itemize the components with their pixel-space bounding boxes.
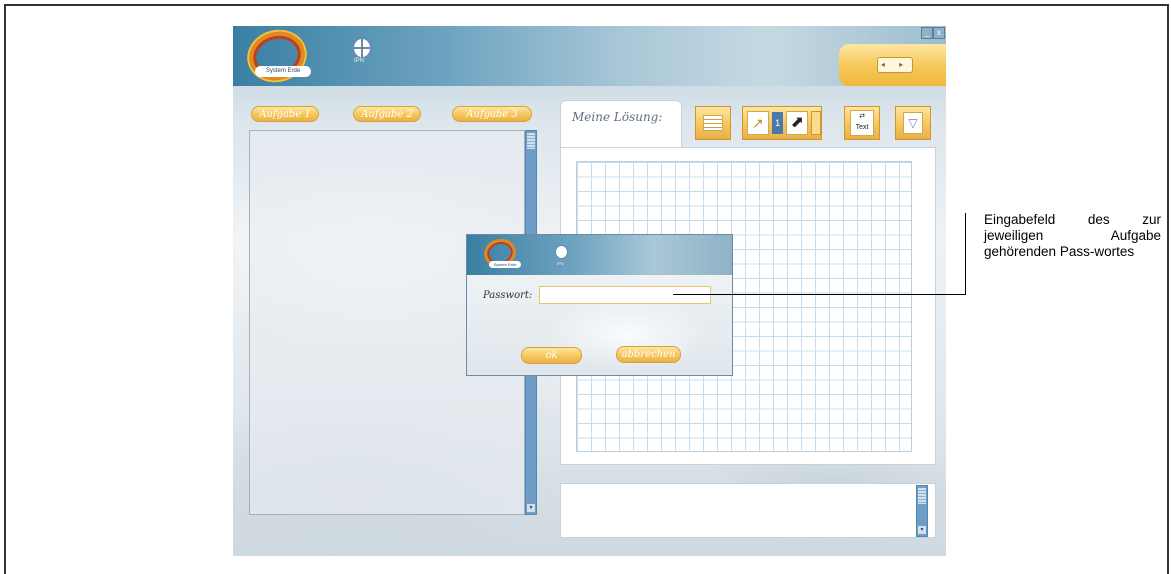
thick-arrow-icon[interactable]: ⬈ [786, 111, 809, 135]
thin-arrow-icon[interactable]: ↗ [747, 111, 769, 135]
prev-next-arrows[interactable]: ◂ ▸ [877, 57, 913, 73]
minimize-button[interactable]: _ [921, 27, 933, 39]
close-button[interactable]: x [933, 27, 945, 39]
comment-scrollbar[interactable]: ▾ [916, 485, 928, 537]
arrow-size-stepper[interactable]: 1 [771, 112, 784, 134]
system-erde-logo-icon [243, 26, 311, 87]
password-dialog: System Erde IPN Passwort: ok abbrechen [466, 234, 733, 376]
scroll-down-icon[interactable]: ▾ [527, 504, 535, 512]
arrow-tools-button[interactable]: ↗ 1 ⬈ [742, 106, 822, 140]
password-label: Passwort: [483, 290, 533, 301]
annotation-bracket-line [965, 213, 966, 295]
logo-label: System Erde [255, 66, 311, 77]
text-tool-icon: ⇄ Text [850, 110, 874, 136]
tab-meine-loesung[interactable] [560, 100, 682, 148]
cancel-button[interactable]: abbrechen [616, 346, 681, 363]
text-tool-button[interactable]: ⇄ Text [844, 106, 880, 140]
dialog-logo-label: System Erde [489, 261, 521, 268]
comment-scrollbar-thumb[interactable] [918, 488, 926, 504]
ipn-label: IPN [354, 58, 365, 64]
dialog-ipn-label: IPN [557, 261, 564, 266]
solution-tab-label: Meine Lösung: [572, 110, 663, 124]
annotation-leader-line [673, 294, 966, 295]
trash-icon: ▽ [903, 112, 923, 134]
annotation-text: Eingabefeld des zur jeweiligen Aufgabe g… [984, 212, 1161, 259]
arrow-options-stepper[interactable] [811, 111, 821, 135]
list-icon [703, 115, 723, 131]
ok-button[interactable]: ok [521, 347, 582, 364]
tab-aufgabe-1[interactable]: Aufgabe 1 [251, 106, 319, 122]
comment-textbox[interactable] [560, 483, 936, 538]
ipn-logo-icon [555, 245, 568, 259]
password-field[interactable] [539, 286, 711, 304]
scrollbar-thumb[interactable] [527, 133, 535, 149]
dialog-header: System Erde IPN [467, 235, 732, 275]
ipn-logo-icon [353, 38, 371, 58]
list-tool-button[interactable] [695, 106, 731, 140]
tab-aufgabe-3[interactable]: Aufgabe 3 [452, 106, 532, 122]
comment-scroll-down-icon[interactable]: ▾ [918, 526, 926, 534]
delete-button[interactable]: ▽ [895, 106, 931, 140]
tab-aufgabe-2[interactable]: Aufgabe 2 [353, 106, 421, 122]
